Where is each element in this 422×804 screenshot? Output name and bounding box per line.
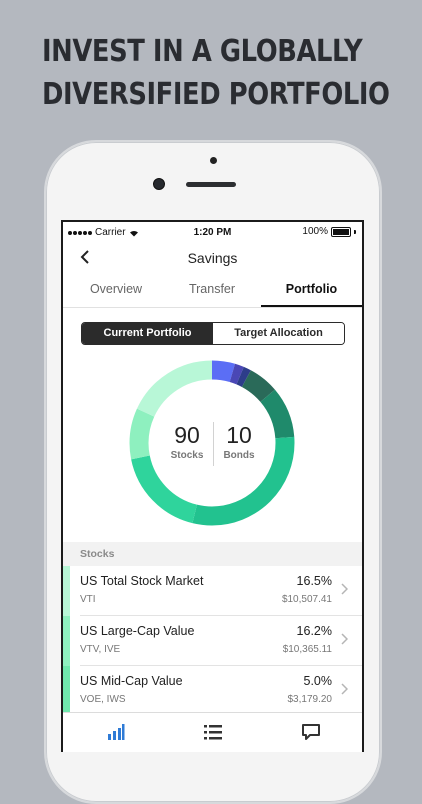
tab-transfer[interactable]: Transfer: [163, 282, 261, 306]
page-title: Savings: [187, 250, 238, 266]
stocks-label: Stocks: [170, 450, 204, 461]
proximity-sensor: [210, 157, 217, 164]
holding-percent: 5.0%: [303, 674, 333, 688]
tab-portfolio[interactable]: Portfolio: [261, 282, 362, 307]
battery-icon: [331, 226, 351, 237]
bonds-stat: 10 Bonds: [216, 422, 262, 461]
chat-bubble-icon[interactable]: [301, 723, 321, 741]
holding-amount: $3,179.20: [287, 694, 333, 705]
section-title: Stocks: [80, 548, 115, 560]
bottom-tab-bar: [63, 712, 362, 752]
holding-amount: $10,365.11: [282, 644, 332, 655]
allocation-donut-chart: [129, 360, 295, 526]
section-header-stocks: Stocks: [63, 542, 362, 566]
tab-bar-top: Overview Transfer Portfolio: [63, 277, 362, 308]
earpiece-speaker: [186, 182, 236, 187]
bonds-percent: 10: [226, 422, 252, 448]
battery-tip: [354, 229, 356, 234]
marketing-headline: INVEST IN A GLOBALLY DIVERSIFIED PORTFOL…: [42, 30, 390, 116]
holding-tickers: VTI: [80, 594, 96, 605]
tab-overview[interactable]: Overview: [71, 282, 161, 306]
holding-color-bar: [63, 666, 70, 716]
chart-bars-icon[interactable]: [107, 723, 125, 741]
holding-tickers: VOE, IWS: [80, 694, 126, 705]
app-screen: Carrier 1:20 PM 100% Savings Overview Tr…: [61, 220, 364, 752]
headline-line-2: DIVERSIFIED PORTFOLIO: [42, 77, 390, 112]
holding-name: US Large-Cap Value: [80, 624, 195, 638]
holding-amount: $10,507.41: [281, 594, 332, 605]
front-camera: [153, 178, 165, 190]
status-bar: Carrier 1:20 PM 100%: [63, 222, 362, 242]
holding-color-bar: [63, 566, 70, 616]
list-icon[interactable]: [203, 723, 223, 741]
segment-current-portfolio[interactable]: Current Portfolio: [82, 323, 213, 344]
holding-percent: 16.5%: [296, 574, 332, 588]
segment-target-allocation[interactable]: Target Allocation: [213, 323, 344, 344]
holding-color-bar: [63, 616, 70, 666]
chevron-right-icon: [341, 633, 348, 645]
holding-tickers: VTV, IVE: [80, 644, 121, 655]
holding-row[interactable]: US Large-Cap Value VTV, IVE 16.2% $10,36…: [63, 616, 362, 666]
holding-percent: 16.2%: [296, 624, 332, 638]
holding-name: US Total Stock Market: [80, 574, 204, 588]
portfolio-segmented-control: Current Portfolio Target Allocation: [81, 322, 345, 345]
holding-name: US Mid-Cap Value: [80, 674, 183, 688]
chevron-right-icon: [341, 683, 348, 695]
battery-percent: 100%: [302, 226, 328, 237]
bonds-label: Bonds: [223, 450, 255, 461]
chevron-right-icon: [341, 583, 348, 595]
stocks-percent: 90: [174, 422, 200, 448]
stocks-stat: 90 Stocks: [163, 422, 211, 461]
holding-row[interactable]: US Total Stock Market VTI 16.5% $10,507.…: [63, 566, 362, 616]
stat-divider: [213, 422, 214, 466]
headline-line-1: INVEST IN A GLOBALLY: [42, 34, 363, 69]
holding-row[interactable]: US Mid-Cap Value VOE, IWS 5.0% $3,179.20: [63, 666, 362, 716]
navigation-bar: Savings: [63, 246, 362, 272]
